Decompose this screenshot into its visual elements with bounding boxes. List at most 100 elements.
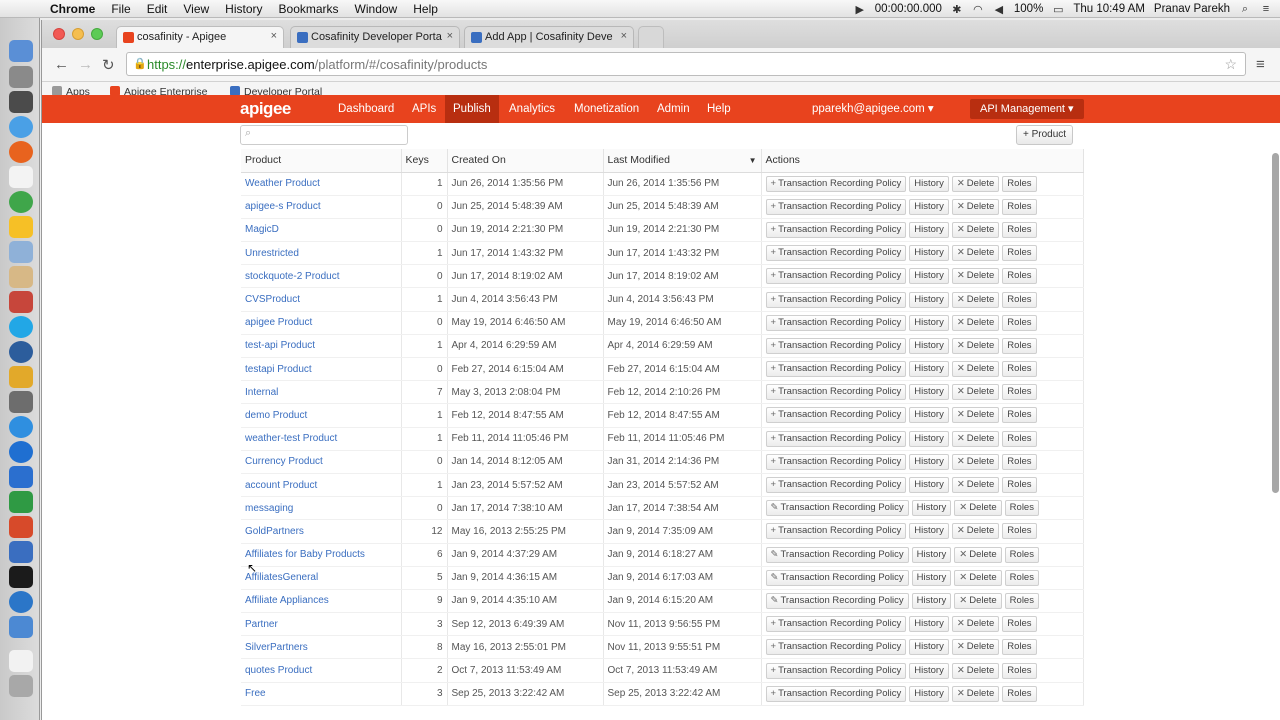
roles-button[interactable]: Roles — [1002, 291, 1037, 308]
roles-button[interactable]: Roles — [1002, 361, 1037, 378]
tab-add-app[interactable]: Add App | Cosafinity Deve × — [464, 26, 634, 48]
roles-button[interactable]: Roles — [1002, 221, 1037, 238]
flower-icon[interactable] — [9, 366, 33, 388]
calendar-icon[interactable] — [9, 166, 33, 188]
product-name-link[interactable]: Currency Product — [241, 450, 402, 474]
word-icon[interactable] — [9, 466, 33, 488]
menu-bookmarks[interactable]: Bookmarks — [271, 2, 347, 16]
col-product[interactable]: Product — [241, 149, 402, 173]
col-keys[interactable]: Keys — [401, 149, 448, 173]
delete-button[interactable]: ✕ Delete — [951, 685, 1000, 702]
col-last-modified[interactable]: Last Modified ▼ — [603, 149, 762, 173]
history-button[interactable]: History — [909, 407, 949, 424]
user-menu[interactable]: pparekh@apigee.com ▾ — [812, 95, 934, 123]
transaction-recording-policy-button[interactable]: + Transaction Recording Policy — [765, 361, 907, 378]
roles-button[interactable]: Roles — [1002, 175, 1037, 192]
delete-button[interactable]: ✕ Delete — [951, 407, 1000, 424]
history-button[interactable]: History — [909, 453, 949, 470]
transaction-recording-policy-button[interactable]: + Transaction Recording Policy — [765, 523, 907, 540]
mission-control-icon[interactable] — [9, 91, 33, 113]
product-name-link[interactable]: testapi Product — [241, 357, 402, 382]
powerpoint-icon[interactable] — [9, 516, 33, 538]
preview-icon[interactable] — [9, 241, 33, 263]
history-button[interactable]: History — [909, 314, 949, 331]
network-icon[interactable] — [9, 391, 33, 413]
menu-file[interactable]: File — [103, 2, 138, 16]
product-name-link[interactable]: AffiliatesGeneral — [241, 566, 402, 590]
roles-button[interactable]: Roles — [1002, 337, 1037, 354]
quicktime-icon[interactable] — [9, 591, 33, 613]
roles-button[interactable]: Roles — [1002, 477, 1037, 494]
history-button[interactable]: History — [909, 221, 949, 238]
record-play-icon[interactable]: ▶ — [854, 3, 866, 16]
roles-button[interactable]: Roles — [1002, 384, 1037, 401]
product-switcher[interactable]: API Management ▾ — [970, 99, 1084, 119]
product-name-link[interactable]: apigee-s Product — [241, 195, 402, 219]
transaction-recording-policy-button[interactable]: + Transaction Recording Policy — [765, 639, 907, 656]
nav-publish[interactable]: Publish — [445, 95, 499, 123]
product-name-link[interactable]: Partner — [241, 612, 402, 637]
delete-button[interactable]: ✕ Delete — [954, 569, 1002, 586]
history-button[interactable]: History — [909, 639, 949, 656]
history-button[interactable]: History — [909, 662, 949, 679]
history-button[interactable]: History — [909, 198, 949, 215]
transaction-recording-policy-button[interactable]: + Transaction Recording Policy — [765, 453, 907, 470]
menu-history[interactable]: History — [217, 2, 270, 16]
nav-help[interactable]: Help — [699, 95, 739, 123]
product-name-link[interactable]: messaging — [241, 496, 402, 521]
vertical-scrollbar[interactable] — [1272, 153, 1279, 493]
transaction-recording-policy-button[interactable]: + Transaction Recording Policy — [765, 221, 907, 238]
roles-button[interactable]: Roles — [1002, 685, 1037, 702]
history-button[interactable]: History — [911, 592, 952, 609]
excel-icon[interactable] — [9, 491, 33, 513]
product-name-link[interactable]: SilverPartners — [241, 635, 402, 660]
transaction-recording-policy-button[interactable]: + Transaction Recording Policy — [765, 430, 907, 447]
roles-button[interactable]: Roles — [1002, 523, 1037, 540]
chrome-icon[interactable] — [9, 191, 33, 213]
product-name-link[interactable]: stockquote-2 Product — [241, 264, 402, 289]
tab-cosafinity-apigee[interactable]: cosafinity - Apigee × — [116, 26, 284, 48]
nav-analytics[interactable]: Analytics — [501, 95, 563, 123]
menu-edit[interactable]: Edit — [139, 2, 176, 16]
product-name-link[interactable]: apigee Product — [241, 311, 402, 335]
tab-developer-portal[interactable]: Cosafinity Developer Porta × — [290, 26, 460, 48]
roles-button[interactable]: Roles — [1002, 198, 1037, 215]
transaction-recording-policy-button[interactable]: ✎ Transaction Recording Policy — [765, 546, 909, 563]
history-button[interactable]: History — [909, 268, 949, 285]
transaction-recording-policy-button[interactable]: + Transaction Recording Policy — [765, 685, 907, 702]
history-button[interactable]: History — [909, 384, 949, 401]
delete-button[interactable]: ✕ Delete — [951, 384, 1000, 401]
delete-button[interactable]: ✕ Delete — [951, 221, 1000, 238]
roles-button[interactable]: Roles — [1004, 546, 1039, 563]
screen-capture-icon[interactable] — [9, 541, 33, 563]
transaction-recording-policy-button[interactable]: + Transaction Recording Policy — [765, 337, 907, 354]
roles-button[interactable]: Roles — [1002, 314, 1037, 331]
roles-button[interactable]: Roles — [1002, 407, 1037, 424]
roles-button[interactable]: Roles — [1002, 268, 1037, 285]
transaction-recording-policy-button[interactable]: ✎ Transaction Recording Policy — [765, 592, 909, 609]
close-tab-icon[interactable]: × — [447, 30, 453, 42]
product-name-link[interactable]: Unrestricted — [241, 241, 402, 266]
product-name-link[interactable]: Affiliates for Baby Products — [241, 543, 402, 567]
notification-center-icon[interactable]: ≡ — [1260, 3, 1272, 15]
skype-icon[interactable] — [9, 316, 33, 338]
transaction-recording-policy-button[interactable]: ✎ Transaction Recording Policy — [765, 500, 909, 517]
delete-button[interactable]: ✕ Delete — [951, 198, 1000, 215]
safari-icon[interactable] — [9, 116, 33, 138]
roles-button[interactable]: Roles — [1002, 453, 1037, 470]
apigee-logo[interactable]: apigee — [240, 99, 291, 119]
roles-button[interactable]: Roles — [1004, 569, 1039, 586]
transaction-recording-policy-button[interactable]: ✎ Transaction Recording Policy — [765, 569, 909, 586]
photo-icon[interactable] — [9, 291, 33, 313]
battery-icon[interactable]: ▭ — [1052, 3, 1064, 16]
nav-dashboard[interactable]: Dashboard — [330, 95, 402, 123]
finder-icon[interactable] — [9, 40, 33, 62]
delete-button[interactable]: ✕ Delete — [951, 314, 1000, 331]
nav-apis[interactable]: APIs — [404, 95, 444, 123]
history-button[interactable]: History — [909, 337, 949, 354]
delete-button[interactable]: ✕ Delete — [951, 616, 1000, 633]
transaction-recording-policy-button[interactable]: + Transaction Recording Policy — [765, 245, 907, 262]
product-name-link[interactable]: Free — [241, 682, 402, 706]
notes-icon[interactable] — [9, 266, 33, 288]
delete-button[interactable]: ✕ Delete — [951, 662, 1000, 679]
